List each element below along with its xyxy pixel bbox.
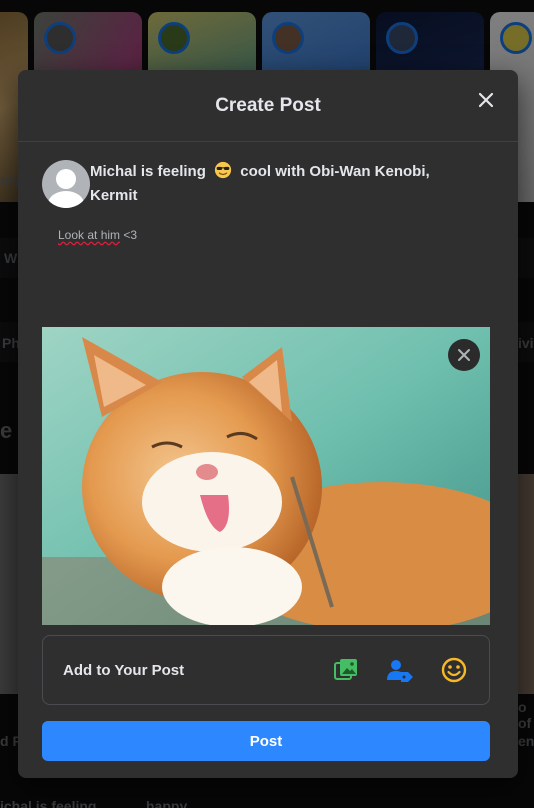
tag-people-icon <box>387 660 413 682</box>
create-post-modal: Create Post Michal is feeling cool with … <box>18 70 518 778</box>
post-text-input[interactable]: Look at him <3 <box>58 228 137 242</box>
close-icon <box>478 92 494 108</box>
photo-video-button[interactable] <box>331 655 361 685</box>
photo-video-icon <box>334 659 357 680</box>
cat-photo <box>42 327 490 625</box>
feeling-prefix: is feeling <box>140 163 206 180</box>
tag-people-button[interactable] <box>385 655 415 685</box>
modal-header: Create Post <box>18 70 518 142</box>
feeling-activity-button[interactable] <box>439 655 469 685</box>
author-name[interactable]: Michal <box>90 163 137 180</box>
feeling-smile-icon <box>441 657 467 683</box>
post-author: Michal is feeling cool with Obi-Wan Keno… <box>42 160 478 208</box>
post-text-word: Look at him <box>58 228 121 242</box>
post-text-rest: <3 <box>120 228 138 242</box>
add-to-post-bar: Add to Your Post <box>42 635 490 705</box>
sunglasses-emoji-icon <box>214 161 232 179</box>
add-to-post-actions <box>331 655 469 685</box>
author-status-line: Michal is feeling cool with Obi-Wan Keno… <box>90 160 478 208</box>
add-to-post-label: Add to Your Post <box>63 661 185 679</box>
close-button[interactable] <box>468 82 504 118</box>
feeling-value[interactable]: cool <box>240 163 271 180</box>
modal-title: Create Post <box>215 94 321 116</box>
avatar <box>42 160 90 208</box>
post-button[interactable]: Post <box>42 721 490 761</box>
remove-photo-button[interactable] <box>448 339 480 371</box>
attached-photo <box>42 327 490 625</box>
close-icon <box>458 349 470 361</box>
